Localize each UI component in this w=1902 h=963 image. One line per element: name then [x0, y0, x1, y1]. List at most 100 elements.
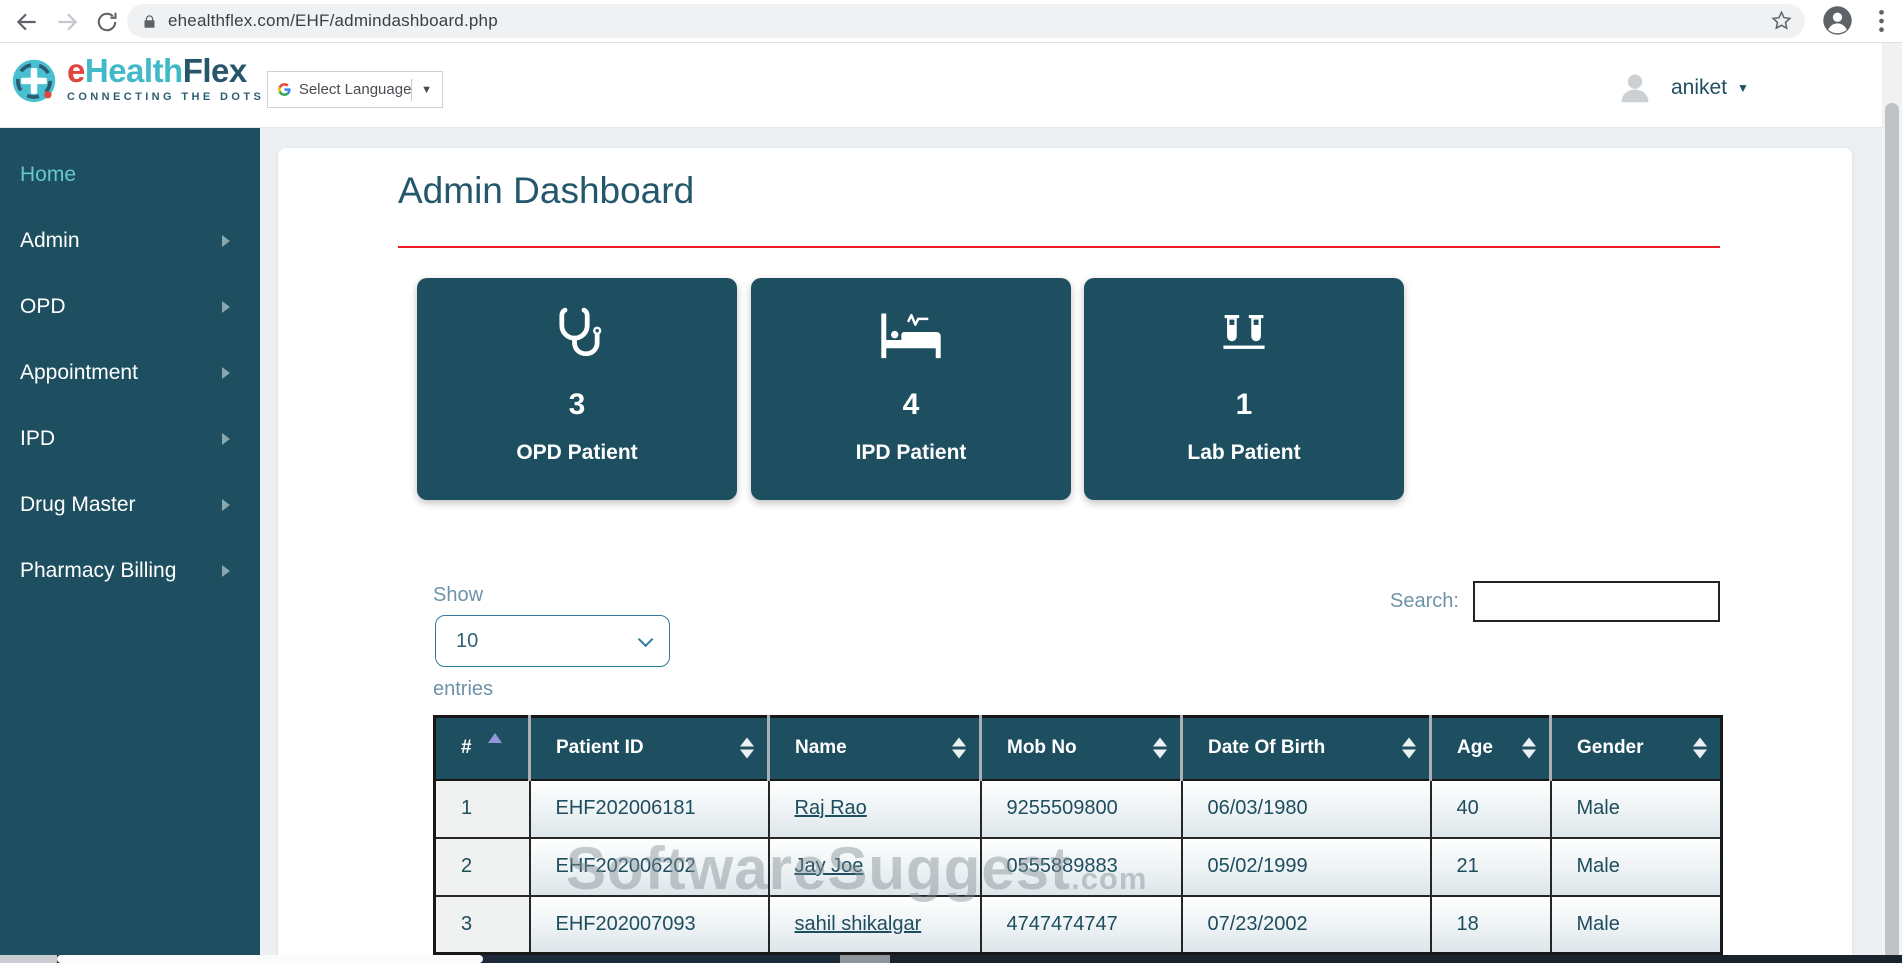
- stat-card-lab-patient: 1 Lab Patient: [1084, 278, 1404, 500]
- page-size-select[interactable]: 10: [435, 615, 670, 667]
- submenu-arrow-icon: [222, 301, 230, 313]
- language-selector-label: Select Language: [299, 81, 412, 98]
- sidebar-item-label: Home: [20, 163, 76, 187]
- sidebar-menu: Home Admin OPD Appointment IPD Drug Mast…: [0, 128, 260, 604]
- column-header-index[interactable]: #: [435, 717, 530, 780]
- sidebar-item-label: Pharmacy Billing: [20, 559, 176, 583]
- profile-avatar-icon: [1822, 5, 1853, 36]
- submenu-arrow-icon: [222, 565, 230, 577]
- patient-name-link[interactable]: sahil shikalgar: [795, 913, 922, 935]
- back-button[interactable]: [12, 7, 42, 37]
- column-header-mob-no[interactable]: Mob No: [981, 717, 1182, 780]
- cell-name: Jay Joe: [769, 838, 981, 896]
- cell-date-of-birth: 07/23/2002: [1182, 896, 1431, 954]
- sidebar-item-admin[interactable]: Admin: [0, 208, 260, 274]
- browser-toolbar: ehealthflex.com/EHF/admindashboard.php: [0, 0, 1902, 43]
- sort-icon: [952, 738, 966, 759]
- cell-mob-no: 9255509800: [981, 780, 1182, 838]
- sort-icon: [740, 738, 754, 759]
- vertical-scrollbar-thumb[interactable]: [1885, 103, 1899, 959]
- cell-age: 18: [1431, 896, 1551, 954]
- column-header-age[interactable]: Age: [1431, 717, 1551, 780]
- bookmark-star-icon[interactable]: [1770, 9, 1793, 32]
- stat-count: 1: [1236, 388, 1253, 422]
- dashboard-panel: Admin Dashboard 3 OPD Patient: [278, 148, 1852, 955]
- column-header-gender[interactable]: Gender: [1551, 717, 1722, 780]
- brand-health: Health: [85, 52, 183, 89]
- stat-count: 4: [903, 388, 920, 422]
- sidebar-item-label: Appointment: [20, 361, 138, 385]
- search-input[interactable]: [1473, 581, 1720, 622]
- chevron-down-icon: [638, 631, 654, 647]
- sidebar-item-home[interactable]: Home: [0, 142, 260, 208]
- cell-date-of-birth: 05/02/1999: [1182, 838, 1431, 896]
- scrollbar-track-segment: [840, 955, 890, 963]
- horizontal-scrollbar[interactable]: [0, 955, 1902, 963]
- scrollbar-track-segment: [0, 955, 57, 963]
- submenu-arrow-icon: [222, 433, 230, 445]
- cell-patient-id: EHF202006181: [530, 780, 769, 838]
- reload-icon: [95, 10, 119, 34]
- sort-icon: [1522, 738, 1536, 759]
- chevron-down-icon: ▼: [1737, 81, 1749, 95]
- column-header-patient-id[interactable]: Patient ID: [530, 717, 769, 780]
- table-row: 2 EHF202006202 Jay Joe 0555889883 05/02/…: [435, 838, 1722, 896]
- patients-table: # Patient ID Name Mob No Date Of Birth A…: [433, 715, 1723, 955]
- entries-label: entries: [433, 678, 493, 701]
- submenu-arrow-icon: [222, 367, 230, 379]
- table-row: 3 EHF202007093 sahil shikalgar 474747474…: [435, 896, 1722, 954]
- column-label: #: [461, 737, 472, 758]
- cell-name: Raj Rao: [769, 780, 981, 838]
- cell-patient-id: EHF202007093: [530, 896, 769, 954]
- sidebar-item-label: Admin: [20, 229, 80, 253]
- stat-label: IPD Patient: [856, 441, 967, 465]
- address-bar[interactable]: ehealthflex.com/EHF/admindashboard.php: [127, 4, 1805, 38]
- separator: [411, 79, 412, 101]
- user-menu[interactable]: aniket ▼: [1616, 69, 1749, 107]
- cell-date-of-birth: 06/03/1980: [1182, 780, 1431, 838]
- sidebar-item-ipd[interactable]: IPD: [0, 406, 260, 472]
- sort-ascending-icon: [488, 733, 502, 743]
- cell-gender: Male: [1551, 896, 1722, 954]
- cell-age: 40: [1431, 780, 1551, 838]
- cell-index: 2: [435, 838, 530, 896]
- sidebar-item-drug-master[interactable]: Drug Master: [0, 472, 260, 538]
- forward-arrow-icon: [54, 9, 80, 35]
- column-label: Date Of Birth: [1208, 737, 1325, 758]
- cell-gender: Male: [1551, 838, 1722, 896]
- column-header-date-of-birth[interactable]: Date Of Birth: [1182, 717, 1431, 780]
- lock-icon: [142, 14, 157, 29]
- column-header-name[interactable]: Name: [769, 717, 981, 780]
- patient-name-link[interactable]: Jay Joe: [795, 855, 864, 877]
- table-header-row: # Patient ID Name Mob No Date Of Birth A…: [435, 717, 1722, 780]
- language-selector[interactable]: Select Language ▼: [267, 71, 443, 108]
- sidebar-item-pharmacy-billing[interactable]: Pharmacy Billing: [0, 538, 260, 604]
- table-row: 1 EHF202006181 Raj Rao 9255509800 06/03/…: [435, 780, 1722, 838]
- vials-icon: [1213, 303, 1275, 367]
- submenu-arrow-icon: [222, 499, 230, 511]
- sidebar-item-label: Drug Master: [20, 493, 136, 517]
- sidebar-item-appointment[interactable]: Appointment: [0, 340, 260, 406]
- forward-button[interactable]: [52, 7, 82, 37]
- bed-icon: [878, 303, 944, 367]
- patient-name-link[interactable]: Raj Rao: [795, 797, 867, 819]
- column-label: Mob No: [1007, 737, 1077, 758]
- browser-profile-button[interactable]: [1822, 5, 1853, 36]
- browser-menu-button[interactable]: [1878, 8, 1885, 34]
- cell-mob-no: 0555889883: [981, 838, 1182, 896]
- show-label: Show: [433, 584, 483, 607]
- vertical-scrollbar[interactable]: [1882, 43, 1902, 955]
- cell-mob-no: 4747474747: [981, 896, 1182, 954]
- reload-button[interactable]: [92, 7, 122, 37]
- sidebar-item-opd[interactable]: OPD: [0, 274, 260, 340]
- logo[interactable]: eHealthFlex CONNECTING THE DOTS: [10, 53, 264, 107]
- column-label: Gender: [1577, 737, 1644, 758]
- column-label: Name: [795, 737, 847, 758]
- kebab-menu-icon: [1878, 8, 1885, 34]
- page-title: Admin Dashboard: [398, 170, 694, 212]
- sort-icon: [1153, 738, 1167, 759]
- back-arrow-icon: [14, 9, 40, 35]
- app-header: eHealthFlex CONNECTING THE DOTS Select L…: [0, 43, 1902, 128]
- cell-name: sahil shikalgar: [769, 896, 981, 954]
- horizontal-scrollbar-thumb[interactable]: [57, 955, 483, 963]
